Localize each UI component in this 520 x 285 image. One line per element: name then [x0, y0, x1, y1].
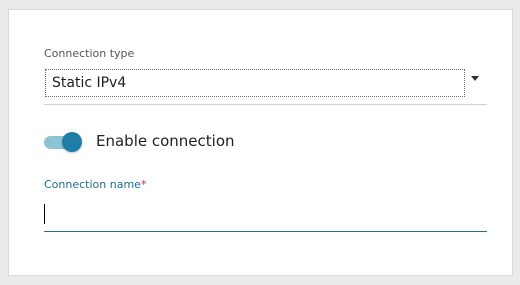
chevron-down-icon[interactable] — [471, 76, 479, 81]
connection-name-input[interactable] — [44, 200, 487, 232]
connection-type-select[interactable]: Static IPv4 — [45, 69, 465, 97]
text-cursor — [44, 204, 45, 224]
enable-connection-label: Enable connection — [96, 132, 235, 150]
select-underline — [44, 104, 487, 105]
toggle-knob[interactable] — [62, 132, 82, 152]
connection-type-label: Connection type — [44, 47, 135, 60]
connection-type-value: Static IPv4 — [52, 75, 127, 91]
required-marker: * — [140, 178, 147, 191]
connection-name-label: Connection name* — [44, 178, 146, 191]
connection-name-label-text: Connection name — [44, 178, 141, 191]
